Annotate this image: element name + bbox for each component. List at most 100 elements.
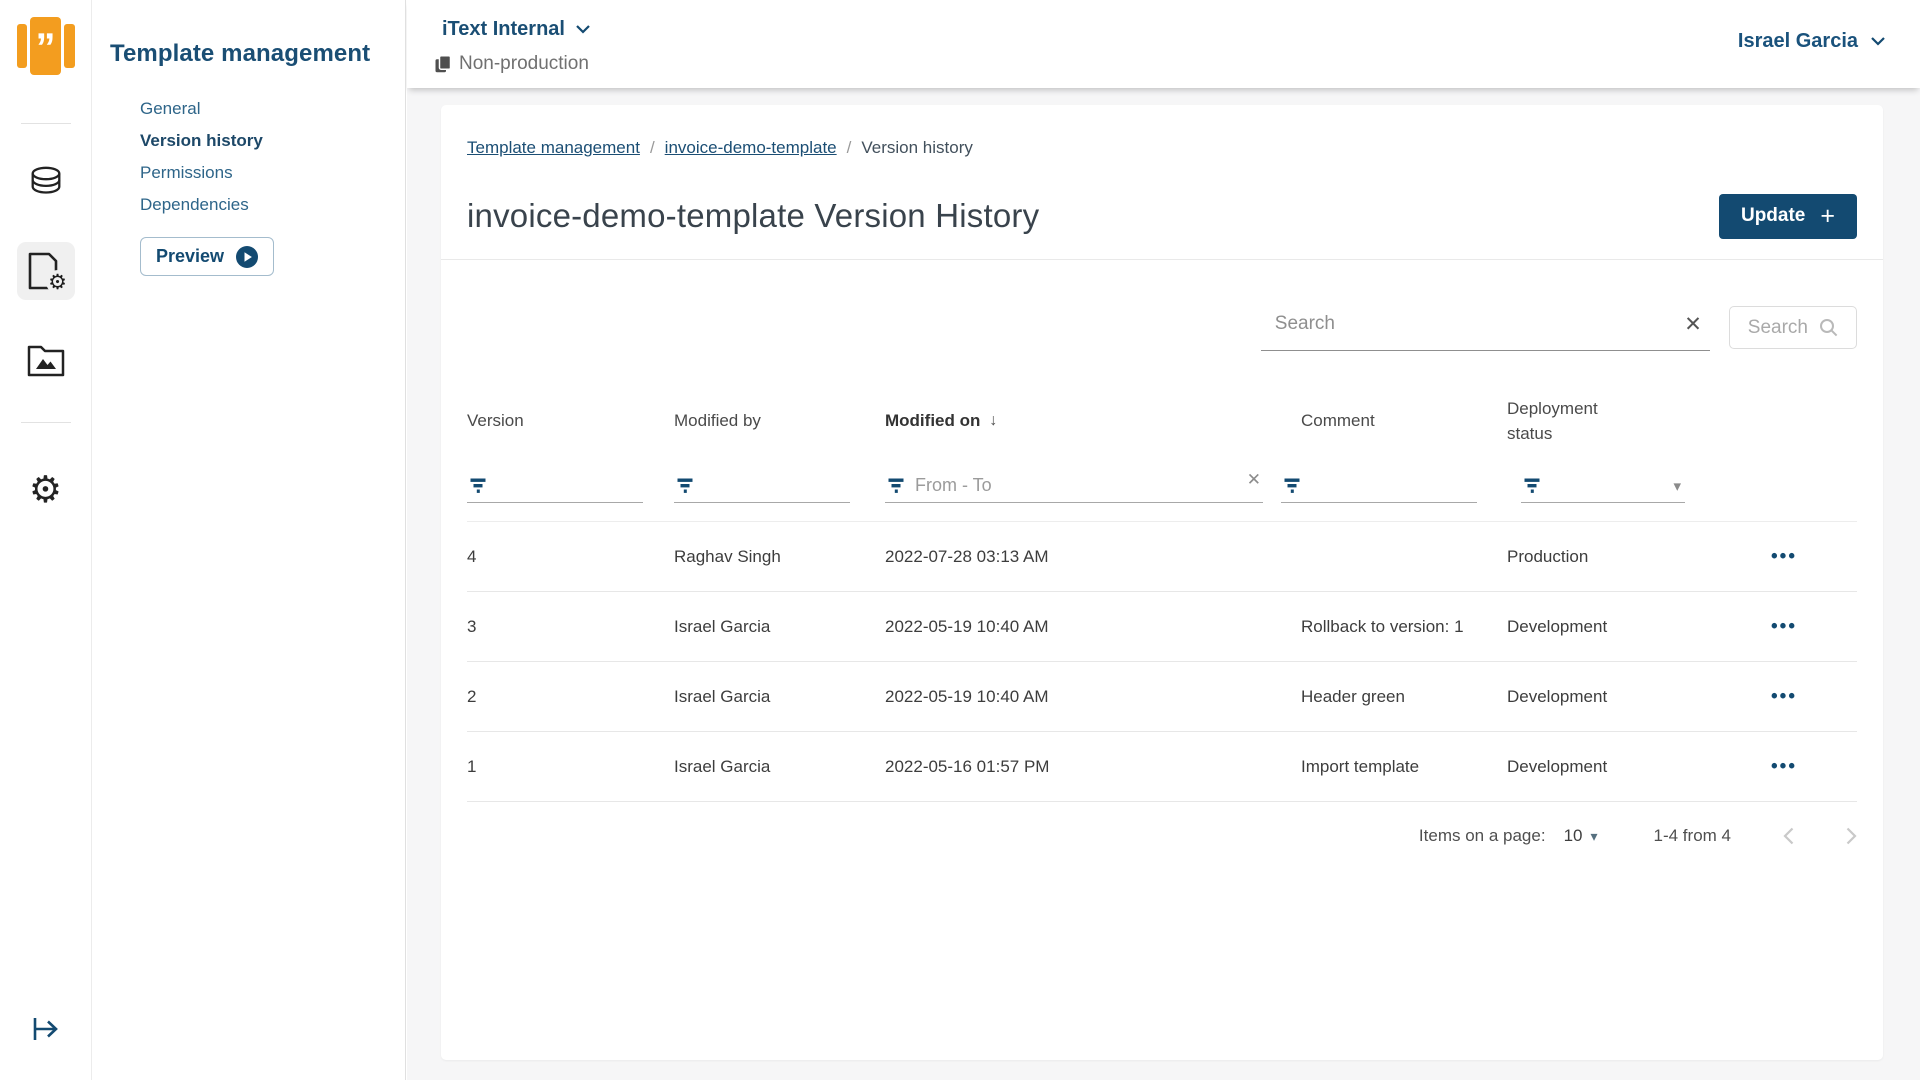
items-per-page-label: Items on a page: [1418,826,1546,845]
content-area: Template management / invoice-demo-templ… [407,88,1920,1080]
logo-right-bar [63,24,75,68]
database-icon [31,166,60,194]
rail-divider [20,123,71,124]
cell-status: Development [1507,616,1608,636]
breadcrumb-template-name[interactable]: invoice-demo-template [665,137,837,159]
pagination-bar: Items on a page: 10 ▾ 1-4 from 4 [467,816,1857,856]
play-icon [236,245,259,268]
column-header-modified-on[interactable]: Modified on ↓ [885,411,1301,431]
update-button[interactable]: Update + [1718,193,1857,239]
sidebar-item-template-management[interactable]: ⚙ [16,242,75,300]
search-field: ✕ [1260,304,1710,351]
version-filter[interactable] [467,469,643,503]
user-name: Israel Garcia [1737,30,1858,52]
cell-comment: Import template [1301,756,1420,776]
sort-desc-icon[interactable]: ↓ [989,412,997,430]
page-title: invoice-demo-template Version History [467,197,1040,234]
environment-name: Non-production [459,53,589,74]
filter-icon[interactable] [887,477,906,494]
cell-modified-by: Israel Garcia [674,756,771,776]
cell-status: Development [1507,686,1608,706]
row-actions-icon[interactable]: ••• [1771,756,1797,777]
cell-version: 1 [467,756,477,776]
chevron-down-icon [1871,37,1885,46]
cell-modified-by: Raghav Singh [674,546,781,566]
table-header-row: Version Modified by Modified on ↓ Commen… [467,389,1857,453]
breadcrumb: Template management / invoice-demo-templ… [467,137,1857,159]
cell-modified-by: Israel Garcia [674,616,771,636]
dropdown-arrow-icon[interactable]: ▾ [1673,477,1685,495]
date-filter-clear-icon[interactable]: ✕ [1247,470,1263,490]
template-gear-icon: ⚙ [45,270,70,294]
cell-version: 3 [467,616,477,636]
itext-logo[interactable]: ” [16,17,75,75]
search-input[interactable] [1260,313,1685,341]
workspace-selector[interactable]: iText Internal [442,18,590,41]
column-header-deployment-status[interactable]: Deployment status [1507,396,1711,446]
copy-icon [435,55,451,73]
search-icon [1820,319,1838,337]
modified-by-filter[interactable] [674,469,850,503]
date-range-input[interactable] [915,475,1238,496]
nav-item-permissions[interactable]: Permissions [140,157,405,189]
cell-version: 4 [467,546,477,566]
row-actions-icon[interactable]: ••• [1771,686,1797,707]
icon-rail: ” ⚙ ⚙ [0,0,92,1080]
sidebar-item-resources[interactable] [26,342,66,378]
table-row: 3 Israel Garcia 2022-05-19 10:40 AM Roll… [467,592,1857,662]
modified-on-filter[interactable]: ✕ [885,469,1263,503]
plus-icon: + [1820,201,1835,230]
user-menu[interactable]: Israel Garcia [1738,30,1885,53]
data-collections-icon[interactable] [27,164,65,202]
cell-modified-by: Israel Garcia [674,686,771,706]
workspace-name: iText Internal [442,18,565,40]
page-prev-button[interactable] [1783,827,1794,845]
preview-button[interactable]: Preview [140,237,275,276]
table-row: 4 Raghav Singh 2022-07-28 03:13 AM Produ… [467,522,1857,592]
filter-icon[interactable] [676,477,695,494]
cell-comment: Rollback to version: 1 [1301,616,1464,636]
page-size-select[interactable]: 10 ▾ [1564,826,1598,846]
column-header-modified-by[interactable]: Modified by [674,411,885,431]
filter-icon[interactable] [1523,477,1542,494]
search-clear-icon[interactable]: ✕ [1684,312,1710,343]
dropdown-arrow-icon: ▾ [1590,827,1598,844]
cell-modified-on: 2022-05-19 10:40 AM [885,616,1049,636]
table-row: 1 Israel Garcia 2022-05-16 01:57 PM Impo… [467,732,1857,802]
chevron-right-icon [1846,827,1857,845]
cell-status: Development [1507,756,1608,776]
breadcrumb-separator: / [649,138,655,157]
expand-sidebar-icon[interactable] [31,1015,61,1048]
cell-modified-on: 2022-05-19 10:40 AM [885,686,1049,706]
settings-gear-icon[interactable]: ⚙ [29,471,62,508]
search-button[interactable]: Search [1728,306,1857,349]
deployment-status-filter[interactable]: ▾ [1521,469,1685,503]
filter-icon[interactable] [1283,477,1302,494]
comment-filter[interactable] [1281,469,1477,503]
rail-divider-2 [20,422,71,423]
top-bar: iText Internal Non-production Israel Gar… [407,0,1920,88]
nav-item-dependencies[interactable]: Dependencies [140,189,405,221]
breadcrumb-template-management[interactable]: Template management [467,137,640,159]
row-actions-icon[interactable]: ••• [1771,616,1797,637]
nav-item-general[interactable]: General [140,93,405,125]
page-next-button[interactable] [1846,827,1857,845]
logo-quote-icon: ” [30,17,61,75]
chevron-left-icon [1783,827,1794,845]
filter-icon[interactable] [469,477,488,494]
cell-comment: Header green [1301,686,1405,706]
section-divider [441,259,1883,260]
table-filter-row: ✕ ▾ [467,453,1857,522]
cell-version: 2 [467,686,477,706]
panel-title: Template management [110,40,371,67]
template-management-panel: Template management General Version hist… [92,0,406,1080]
table-row: 2 Israel Garcia 2022-05-19 10:40 AM Head… [467,662,1857,732]
search-button-label: Search [1747,316,1808,338]
nav-item-version-history[interactable]: Version history [140,125,405,157]
column-header-version[interactable]: Version [467,411,674,431]
preview-button-label: Preview [156,246,225,266]
logo-left-bar [16,24,28,68]
row-actions-icon[interactable]: ••• [1771,546,1797,567]
panel-nav: General Version history Permissions Depe… [140,93,405,221]
column-header-comment[interactable]: Comment [1301,411,1507,431]
